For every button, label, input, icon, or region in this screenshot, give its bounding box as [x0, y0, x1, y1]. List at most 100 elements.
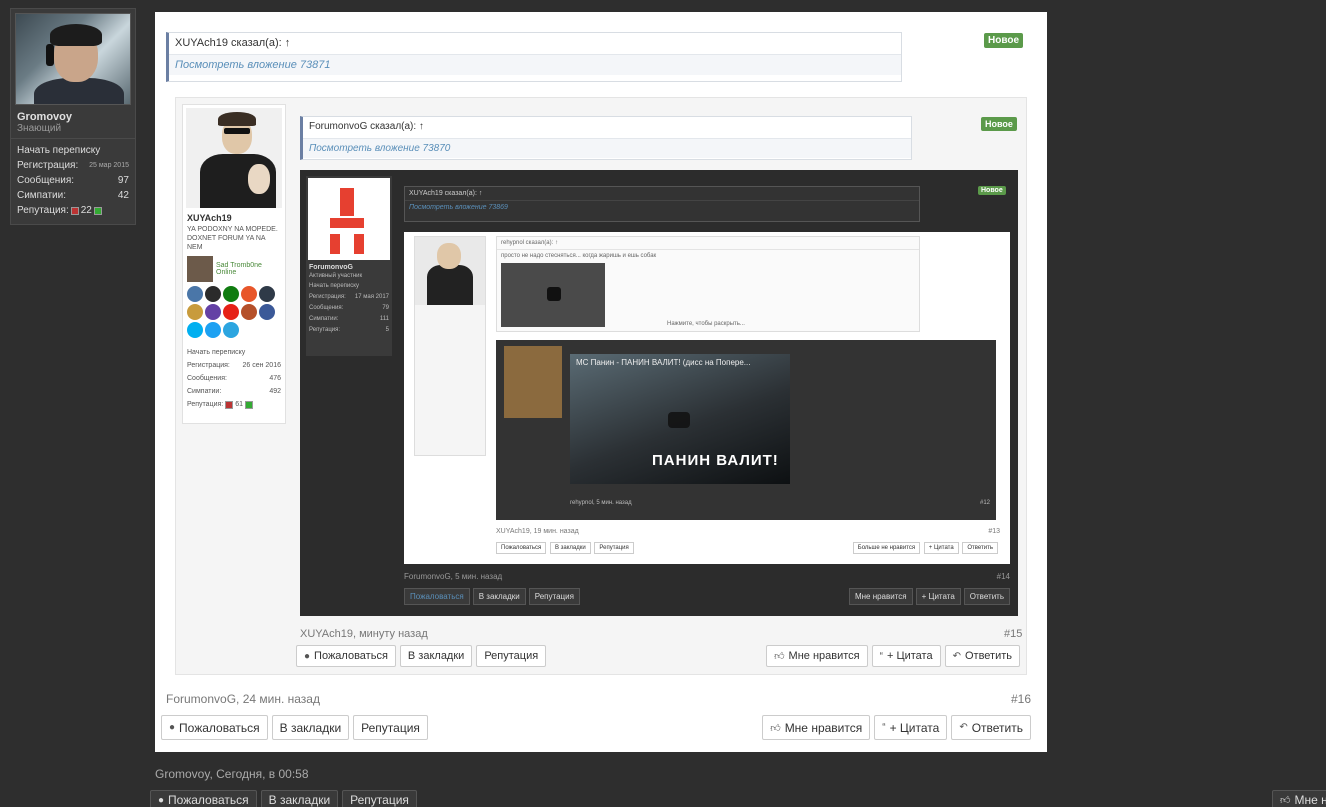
- avatar: [187, 256, 213, 282]
- stat-label: Начать переписку: [309, 283, 359, 289]
- youtube-icon[interactable]: [223, 304, 239, 320]
- stat-label: Сообщения:: [309, 305, 344, 311]
- quote-button: + Цитата: [915, 588, 961, 605]
- like-button: Мне нравится: [848, 588, 913, 605]
- post-number[interactable]: #15: [1004, 628, 1022, 640]
- quote-block: XUYAch19 сказал(а): ↑ Посмотреть вложени…: [404, 186, 920, 222]
- reputation-value: 61: [235, 401, 244, 408]
- quote-author[interactable]: XUYAch19 сказал(а): ↑: [169, 33, 901, 55]
- new-badge: Новое: [981, 117, 1017, 131]
- report-label: Пожаловаться: [168, 793, 249, 807]
- twitch-icon[interactable]: [205, 304, 221, 320]
- reputation-minus-icon[interactable]: [225, 400, 234, 409]
- logo-icon: [308, 178, 390, 260]
- reputation-plus-icon[interactable]: [93, 206, 102, 215]
- reputation-plus-icon[interactable]: [245, 400, 254, 409]
- bookmark-button[interactable]: В закладки: [399, 645, 473, 667]
- telegram-icon[interactable]: [223, 322, 239, 338]
- stat-label: Репутация:: [309, 327, 341, 333]
- attachment-link[interactable]: Посмотреть вложение 73870: [303, 139, 911, 158]
- report-button[interactable]: ● Пожаловаться: [296, 645, 396, 667]
- steam-icon[interactable]: [205, 286, 221, 302]
- quote-author[interactable]: ForumonvoG сказал(а): ↑: [303, 117, 911, 139]
- bookmark-button[interactable]: В закладки: [271, 715, 350, 740]
- like-button[interactable]: 👍︎ Мне нравится: [762, 715, 871, 740]
- like-button[interactable]: 👍︎ Мне нравится: [766, 645, 868, 667]
- stat-value: 111: [379, 316, 389, 322]
- xbox-icon[interactable]: [223, 286, 239, 302]
- twitter-icon[interactable]: [205, 322, 221, 338]
- reply-button: Ответить: [963, 588, 1010, 605]
- stat-value: 476: [269, 375, 281, 382]
- quote-text: просто не надо стесняться... когда жариш…: [501, 253, 657, 259]
- play-icon: [547, 287, 561, 301]
- post-meta[interactable]: XUYAch19, минуту назад: [300, 628, 428, 640]
- post-meta[interactable]: Gromovoy, Сегодня, в 00:58: [155, 767, 309, 781]
- video-player: MC Панин - ПАНИН ВАЛИТ! (дисс на Попере.…: [570, 354, 790, 484]
- user-card: Gromovoy Знающий Начать переписку Регист…: [10, 8, 136, 225]
- post-meta[interactable]: ForumonvoG, 24 мин. назад: [166, 692, 320, 706]
- attachment-link[interactable]: Посмотреть вложение 73871: [169, 55, 901, 75]
- stat-label: Сообщения:: [187, 375, 227, 382]
- quote-button[interactable]: “+ Цитата: [874, 715, 948, 740]
- reply-button[interactable]: ↶ Ответить: [944, 645, 1020, 667]
- avatar[interactable]: [186, 108, 282, 208]
- username[interactable]: Gromovoy: [11, 109, 135, 123]
- reputation-button[interactable]: Репутация: [476, 645, 547, 667]
- quote-block: rehypnol сказал(а): ↑ просто не надо сте…: [496, 236, 920, 332]
- reputation-button: Репутация: [594, 542, 634, 554]
- quote-button[interactable]: “+ Цитата: [871, 645, 941, 667]
- user-title: YA PODOXNY NA MOPEDE. DOXNET FORUM YA NA…: [187, 226, 278, 251]
- warning-icon: ●: [304, 650, 311, 662]
- stat-label: Репутация:: [17, 205, 69, 216]
- lol-icon[interactable]: [187, 304, 203, 320]
- start-conversation-link[interactable]: Начать переписку: [187, 346, 281, 359]
- stat-value: 26 сен 2016: [242, 362, 281, 369]
- report-button[interactable]: ● Пожаловаться: [150, 790, 257, 807]
- report-button: Пожаловаться: [496, 542, 547, 554]
- user-title: Активный участник: [309, 273, 363, 279]
- like-label: Мне нравится: [784, 720, 863, 735]
- uplay-icon[interactable]: [259, 286, 275, 302]
- play-icon: [668, 412, 690, 428]
- minecraft-icon[interactable]: [241, 304, 257, 320]
- report-button[interactable]: ● Пожаловаться: [161, 715, 268, 740]
- warning-icon: ●: [169, 722, 176, 733]
- like-button[interactable]: 👍︎ Мне н: [1272, 790, 1326, 807]
- reputation-button[interactable]: Репутация: [353, 715, 428, 740]
- thumbs-up-icon: 👍︎: [774, 651, 785, 662]
- stat-label: Регистрация:: [17, 160, 79, 171]
- start-conversation-link[interactable]: Начать переписку: [17, 145, 100, 156]
- post-number[interactable]: #16: [1011, 692, 1031, 706]
- bookmark-button[interactable]: В закладки: [260, 790, 339, 807]
- quote-icon: “: [882, 722, 886, 733]
- reputation-button[interactable]: Репутация: [342, 790, 417, 807]
- embedded-screenshot[interactable]: ForumonvoG Активный участник Начать пере…: [300, 170, 1018, 616]
- vk-icon[interactable]: [187, 286, 203, 302]
- avatar[interactable]: [15, 13, 131, 105]
- post-meta: ForumonvoG, 5 мин. назад: [404, 572, 503, 581]
- online-widget[interactable]: Sad Tromb0ne Online: [187, 256, 281, 282]
- report-button: Пожаловаться: [404, 588, 470, 605]
- embedded-dark-post: MC Панин - ПАНИН ВАЛИТ! (дисс на Попере.…: [496, 340, 996, 520]
- username[interactable]: XUYAch19: [183, 211, 285, 225]
- skype-icon[interactable]: [187, 322, 203, 338]
- post-meta: rehypnol, 5 мин. назад: [570, 500, 632, 506]
- embedded-white-post: rehypnol сказал(а): ↑ просто не надо сте…: [404, 232, 1010, 564]
- report-label: Пожаловаться: [314, 650, 388, 662]
- reputation-minus-icon[interactable]: [70, 206, 79, 215]
- post-number: #13: [988, 528, 1000, 535]
- online-name: Sad Tromb0ne: [216, 262, 262, 269]
- facebook-icon[interactable]: [259, 304, 275, 320]
- thumbs-up-icon: 👍︎: [1280, 795, 1291, 806]
- report-label: Пожаловаться: [179, 720, 260, 735]
- username: ForumonvoG: [309, 264, 353, 271]
- quote-label: + Цитата: [889, 720, 940, 735]
- warning-icon: ●: [158, 794, 165, 806]
- origin-icon[interactable]: [241, 286, 257, 302]
- quote-button: + Цитата: [923, 542, 959, 554]
- reply-button[interactable]: ↶ Ответить: [951, 715, 1031, 740]
- reply-label: Ответить: [971, 720, 1023, 735]
- stat-label: Симпатии:: [187, 388, 222, 395]
- unlike-button: Больше не нравится: [852, 542, 921, 554]
